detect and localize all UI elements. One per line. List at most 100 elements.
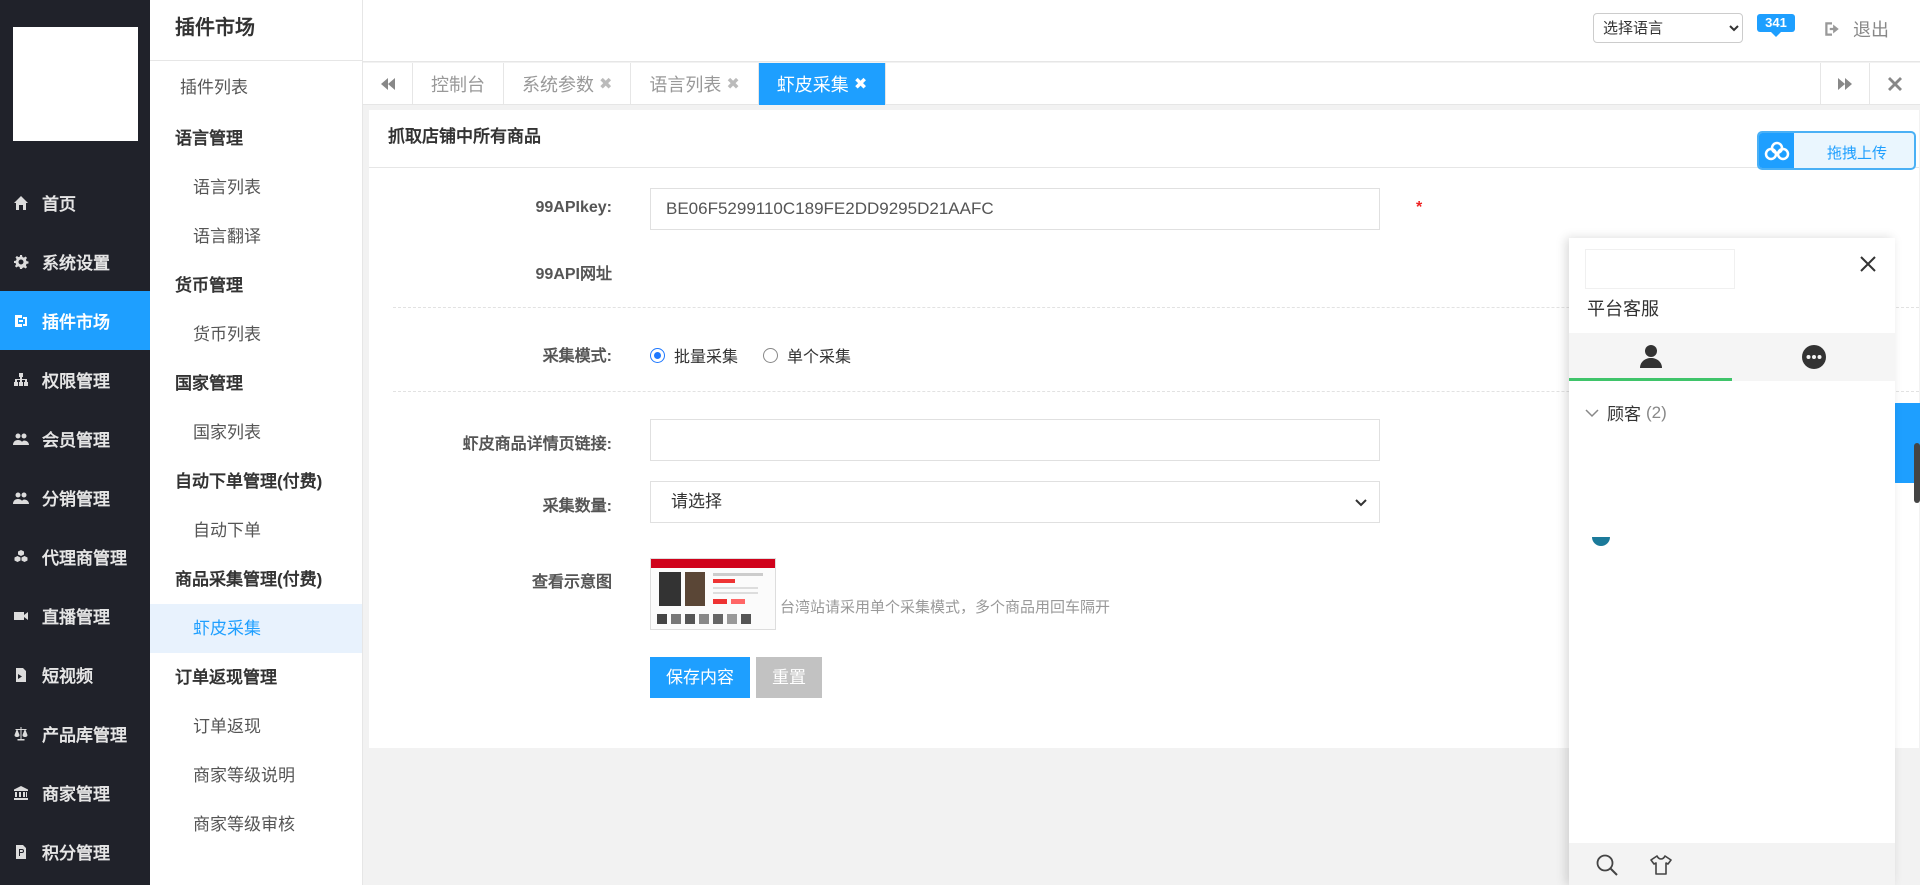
product-link-label: 虾皮商品详情页链接: [462,436,612,453]
submenu-item-merchant-level-desc[interactable]: 商家等级说明 [150,751,362,800]
chat-tab-contacts[interactable] [1569,333,1732,381]
double-left-icon [380,78,395,90]
chat-bubble-icon [1801,345,1826,369]
upload-label: 拖拽上传 [1827,145,1888,162]
tab-shopee-collect[interactable]: 虾皮采集 ✖ [758,63,887,105]
submenu-group-auto-order[interactable]: 自动下单管理(付费) [150,457,362,506]
chat-title: 平台客服 [1587,299,1659,319]
close-icon [1888,77,1902,91]
chevron-down-icon [1585,408,1599,417]
message-count-badge[interactable]: 341 [1757,14,1795,37]
collect-mode-label: 采集模式: [542,348,612,365]
close-icon[interactable]: ✖ [854,74,867,94]
submenu-item-language-list[interactable]: 语言列表 [150,163,362,212]
chat-tab-messages[interactable] [1732,333,1895,381]
submenu-group-country[interactable]: 国家管理 [150,359,362,408]
nav-label: 首页 [42,195,76,214]
radio-dot [650,347,665,363]
scale-icon [12,725,29,742]
gear-icon [12,253,29,270]
group-count: (2) [1646,402,1667,422]
submenu-item-merchant-level-review[interactable]: 商家等级审核 [150,800,362,849]
nav-item-agents[interactable]: 代理商管理 [0,527,150,586]
avatar [1592,537,1610,546]
shirt-icon[interactable] [1649,853,1673,877]
collect-count-select[interactable]: 请选择 [650,481,1380,523]
submenu-item-shopee-collect[interactable]: 虾皮采集 [150,604,362,653]
submenu-group-currency[interactable]: 货币管理 [150,261,362,310]
person-icon [1639,344,1662,368]
api-key-input[interactable] [650,188,1380,230]
short-video-icon [12,666,29,683]
logo [13,27,138,141]
nav-label: 短视频 [42,667,93,686]
tab-system-params[interactable]: 系统参数 ✖ [504,63,632,105]
nav-item-live[interactable]: 直播管理 [0,586,150,645]
api-url-label: 99API网址 [535,266,612,283]
required-mark: * [1416,199,1423,216]
close-icon[interactable] [1859,255,1877,273]
radio-single-collect[interactable]: 单个采集 [763,343,851,367]
main-nav: 首页 系统设置 插件市场 权限管理 会员管理 分销管理 代理商管理 直播管理 短… [0,173,150,881]
nav-item-members[interactable]: 会员管理 [0,409,150,468]
nav-item-points[interactable]: 积分管理 [0,822,150,881]
submenu-item-country-list[interactable]: 国家列表 [150,408,362,457]
submenu-item-plugin-list[interactable]: 插件列表 [150,61,362,114]
tab-scroll-right-button[interactable] [1820,63,1870,105]
nav-label: 积分管理 [42,844,110,863]
top-header: 选择语言 341 退出 [363,0,1920,62]
preview-thumbnail[interactable] [650,558,776,630]
submenu-item-language-translate[interactable]: 语言翻译 [150,212,362,261]
chat-logo [1585,249,1735,289]
users-icon [12,430,29,447]
sitemap-icon [12,371,29,388]
nav-label: 产品库管理 [42,726,127,745]
radio-batch-collect[interactable]: 批量采集 [650,343,738,367]
logout-icon [1825,22,1839,36]
group-label: 顾客 [1607,405,1641,424]
preview-label: 查看示意图 [531,574,612,591]
collect-count-label: 采集数量: [542,498,612,515]
reset-button[interactable]: 重置 [756,657,822,698]
language-select[interactable]: 选择语言 [1593,13,1743,43]
submenu-item-currency-list[interactable]: 货币列表 [150,310,362,359]
drag-upload-button[interactable]: 拖拽上传 [1757,131,1916,170]
logout-label: 退出 [1853,20,1889,40]
product-link-input[interactable] [650,419,1380,461]
api-key-label: 99APIkey: [535,199,613,216]
tab-scroll-left-button[interactable] [363,63,413,105]
radio-label: 单个采集 [787,349,852,366]
submenu-item-auto-order[interactable]: 自动下单 [150,506,362,555]
submenu-item-order-cashback[interactable]: 订单返现 [150,702,362,751]
submenu-group-product-collect[interactable]: 商品采集管理(付费) [150,555,362,604]
nav-label: 系统设置 [42,254,110,273]
close-icon[interactable]: ✖ [726,74,739,94]
nav-item-merchants[interactable]: 商家管理 [0,763,150,822]
nav-item-distribution[interactable]: 分销管理 [0,468,150,527]
save-button[interactable]: 保存内容 [650,657,750,698]
nav-item-system-settings[interactable]: 系统设置 [0,232,150,291]
cloud-icon [1759,133,1794,168]
nav-label: 插件市场 [42,313,110,332]
nav-item-product-library[interactable]: 产品库管理 [0,704,150,763]
customer-group[interactable]: 顾客 (2) [1585,400,1667,425]
submenu-group-language[interactable]: 语言管理 [150,114,362,163]
search-icon[interactable] [1595,853,1619,877]
submenu-title: 插件市场 [150,0,362,61]
chat-tabs [1569,333,1895,381]
logout-button[interactable]: 退出 [1823,16,1889,42]
double-right-icon [1838,78,1852,90]
close-all-tabs-button[interactable] [1870,63,1920,105]
tab-language-list[interactable]: 语言列表 ✖ [631,63,759,105]
nav-item-plugin-market[interactable]: 插件市场 [0,291,150,350]
submenu-group-order-cashback[interactable]: 订单返现管理 [150,653,362,702]
tab-label: 系统参数 [522,75,594,95]
close-icon[interactable]: ✖ [599,74,612,94]
nav-item-home[interactable]: 首页 [0,173,150,232]
nav-item-permissions[interactable]: 权限管理 [0,350,150,409]
chat-footer [1569,843,1895,885]
secondary-menu: 插件市场 插件列表 语言管理 语言列表 语言翻译 货币管理 货币列表 国家管理 … [150,0,363,885]
nav-item-short-video[interactable]: 短视频 [0,645,150,704]
tab-console[interactable]: 控制台 [413,63,504,105]
tab-label: 虾皮采集 [776,75,849,95]
